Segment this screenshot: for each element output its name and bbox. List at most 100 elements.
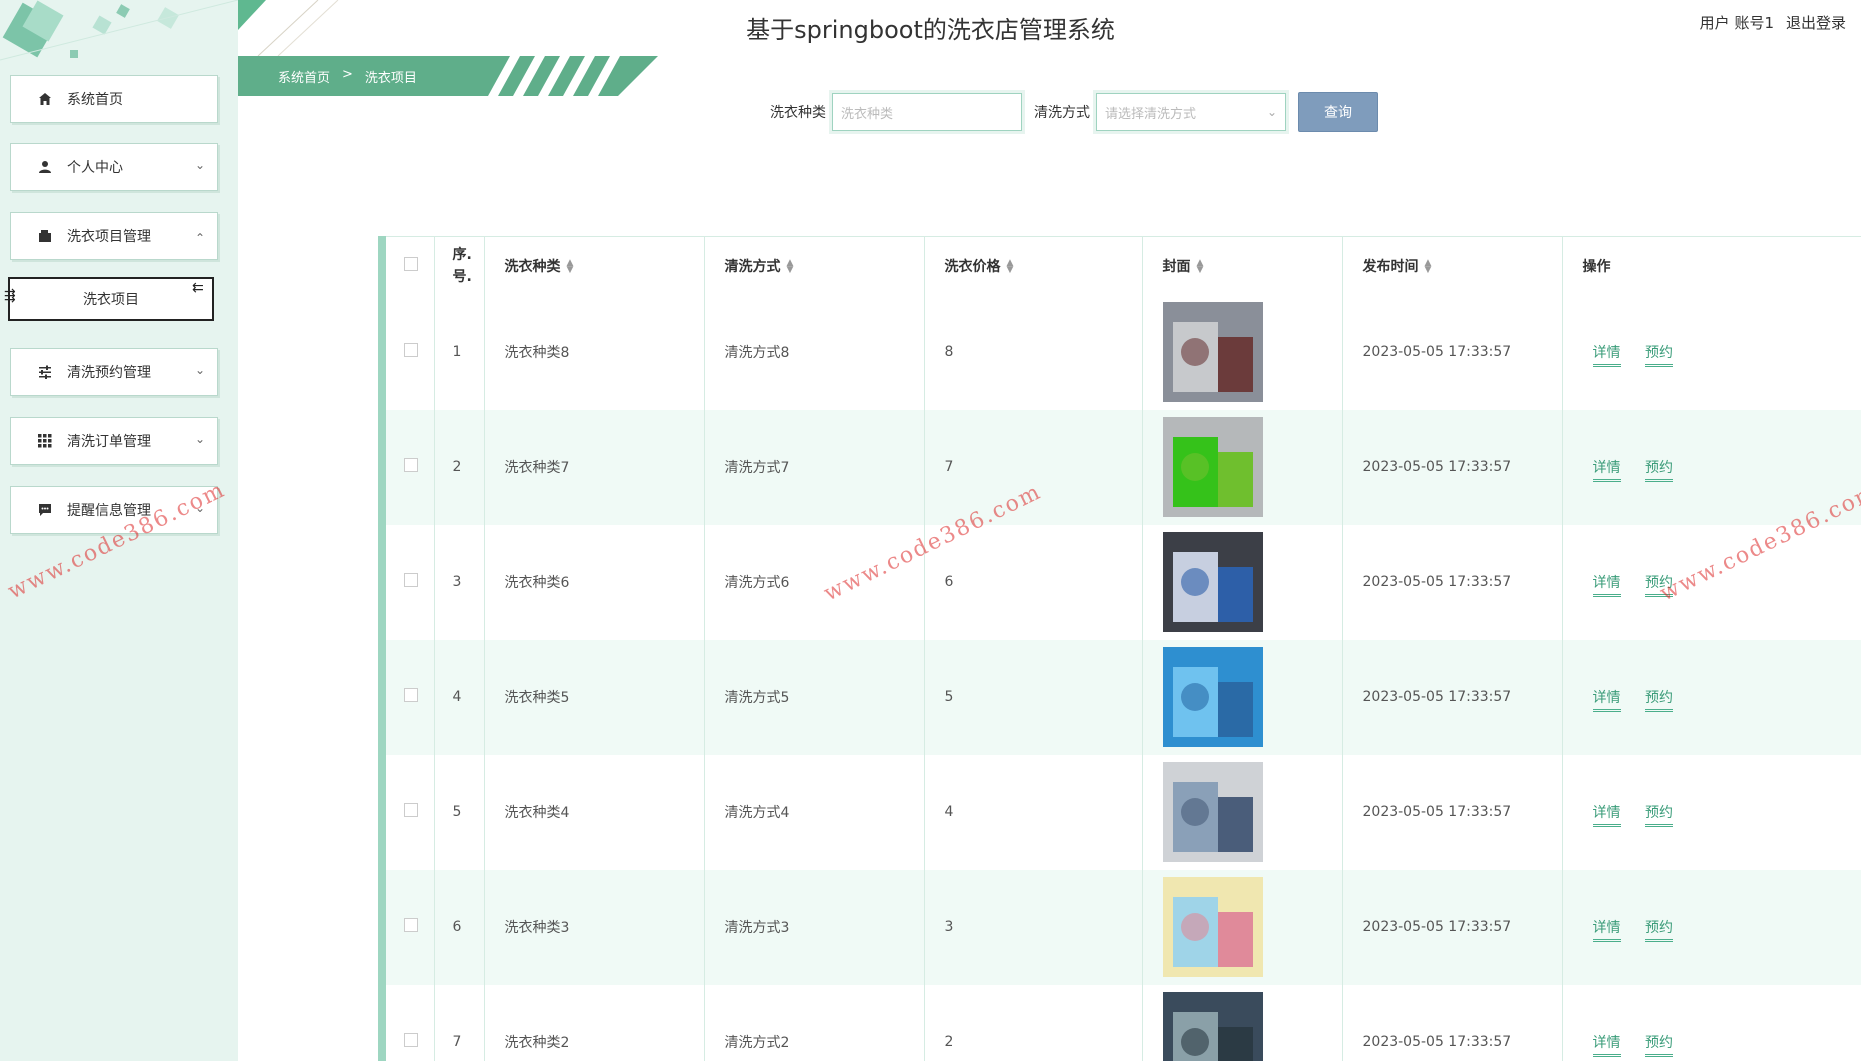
reserve-link[interactable]: 预约: [1644, 1035, 1673, 1057]
row-type: 洗衣种类3: [484, 869, 705, 985]
row-ops: 详情 预约: [1562, 984, 1861, 1061]
data-table: 序. 号. 洗衣种类 ▲ ▼ 清洗方式 ▲ ▼ 洗衣价格 ▲ ▼ 封面 ▲ ▼ 发布时间 ▲ ▼ 操…: [378, 236, 1861, 1061]
type-input[interactable]: 洗衣种类: [829, 90, 1025, 134]
cover-image[interactable]: [1162, 647, 1263, 747]
row-time: 2023-05-05 17:33:57: [1342, 639, 1563, 755]
reserve-link[interactable]: 预约: [1644, 920, 1673, 942]
reserve-link[interactable]: 预约: [1644, 805, 1673, 827]
detail-link[interactable]: 详情: [1592, 575, 1621, 597]
sidebar-item-orders[interactable]: 清洗订单管理 ⌄: [10, 417, 218, 465]
row-checkbox[interactable]: [404, 1033, 418, 1047]
header-decoration: [238, 0, 339, 56]
table-row: 5 洗衣种类4 清洗方式4 4 2023-05-05 17:33:57 详情 预…: [386, 754, 1861, 870]
row-ops: 详情 预约: [1562, 639, 1861, 755]
row-price: 3: [924, 869, 1143, 985]
row-checkbox[interactable]: [404, 918, 418, 932]
select-all-checkbox[interactable]: [404, 256, 418, 271]
message-icon: [35, 503, 55, 517]
cover-image[interactable]: [1162, 302, 1263, 402]
header-method[interactable]: 清洗方式 ▲ ▼: [704, 236, 925, 295]
row-checkbox[interactable]: [404, 343, 418, 357]
sidebar-subitem-label: 洗衣项目: [83, 292, 139, 308]
row-checkbox[interactable]: [404, 573, 418, 587]
row-cover-cell: [1142, 639, 1343, 755]
sidebar-item-reminders[interactable]: 提醒信息管理 ⌄: [10, 486, 218, 534]
table-row: 1 洗衣种类8 清洗方式8 8 2023-05-05 17:33:57 详情 预…: [386, 294, 1861, 410]
row-cover-cell: [1142, 869, 1343, 985]
row-index: 3: [434, 524, 485, 640]
sort-icon[interactable]: ▲ ▼: [787, 258, 794, 274]
cover-image[interactable]: [1162, 762, 1263, 862]
cover-image[interactable]: [1162, 532, 1263, 632]
header-type[interactable]: 洗衣种类 ▲ ▼: [484, 236, 705, 295]
row-cover-cell: [1142, 409, 1343, 525]
row-checkbox-cell: [386, 754, 435, 870]
row-index: 2: [434, 409, 485, 525]
row-method: 清洗方式4: [704, 754, 925, 870]
breadcrumb: 系统首页 > 洗衣项目: [278, 67, 417, 86]
row-checkbox[interactable]: [404, 688, 418, 702]
cover-image[interactable]: [1162, 877, 1263, 977]
detail-link[interactable]: 详情: [1592, 345, 1621, 367]
header-cover[interactable]: 封面 ▲ ▼: [1142, 236, 1343, 295]
row-index: 1: [434, 294, 485, 410]
row-type: 洗衣种类5: [484, 639, 705, 755]
sidebar-item-reservations[interactable]: 清洗预约管理 ⌄: [10, 348, 218, 396]
row-checkbox-cell: [386, 639, 435, 755]
cover-image[interactable]: [1162, 417, 1263, 517]
row-time: 2023-05-05 17:33:57: [1342, 984, 1563, 1061]
logout-button[interactable]: 退出登录: [1786, 12, 1846, 33]
chevron-up-icon: ⌃: [194, 231, 205, 245]
header-time[interactable]: 发布时间 ▲ ▼: [1342, 236, 1563, 295]
header-ops: 操作: [1562, 236, 1861, 295]
row-checkbox[interactable]: [404, 803, 418, 817]
user-account-label: 用户 账号1: [1699, 14, 1774, 32]
header-cover-label: 封面: [1162, 258, 1191, 275]
sidebar-item-label: 提醒信息管理: [67, 503, 151, 519]
cover-image[interactable]: [1162, 992, 1263, 1061]
detail-link[interactable]: 详情: [1592, 1035, 1621, 1057]
detail-link[interactable]: 详情: [1592, 460, 1621, 482]
chevron-down-icon: ⌄: [194, 432, 205, 446]
reserve-link[interactable]: 预约: [1644, 690, 1673, 712]
row-time: 2023-05-05 17:33:57: [1342, 869, 1563, 985]
sort-icon[interactable]: ▲ ▼: [1197, 258, 1204, 274]
detail-link[interactable]: 详情: [1592, 690, 1621, 712]
row-ops: 详情 预约: [1562, 524, 1861, 640]
reserve-link[interactable]: 预约: [1644, 345, 1673, 367]
header-type-label: 洗衣种类: [504, 258, 561, 275]
sort-icon[interactable]: ▲ ▼: [1425, 258, 1432, 274]
row-type: 洗衣种类7: [484, 409, 705, 525]
row-index: 7: [434, 984, 485, 1061]
row-price: 4: [924, 754, 1143, 870]
query-button[interactable]: 查询: [1298, 92, 1378, 132]
sidebar: 系统首页 个人中心 ⌄ 洗衣项目管理 ⌃ 洗衣项目 ⇶ ⇇ 清洗预约管理 ⌄ 清…: [0, 0, 238, 1061]
select-all-cell: [386, 236, 435, 295]
sidebar-item-label: 清洗预约管理: [67, 365, 151, 381]
sidebar-item-profile[interactable]: 个人中心 ⌄: [10, 143, 218, 191]
row-checkbox-cell: [386, 869, 435, 985]
reserve-link[interactable]: 预约: [1644, 460, 1673, 482]
detail-link[interactable]: 详情: [1592, 920, 1621, 942]
sort-icon[interactable]: ▲ ▼: [567, 258, 574, 274]
user-icon: [35, 160, 55, 174]
row-index: 4: [434, 639, 485, 755]
reserve-link[interactable]: 预约: [1644, 575, 1673, 597]
breadcrumb-home[interactable]: 系统首页: [278, 67, 330, 86]
row-ops: 详情 预约: [1562, 754, 1861, 870]
row-checkbox[interactable]: [404, 458, 418, 472]
row-checkbox-cell: [386, 524, 435, 640]
sidebar-item-laundry-projects[interactable]: 洗衣项目管理 ⌃: [10, 212, 218, 260]
sidebar-subitem-laundry-project[interactable]: 洗衣项目: [8, 277, 214, 321]
row-method: 清洗方式6: [704, 524, 925, 640]
sidebar-item-label: 个人中心: [67, 160, 123, 176]
row-type: 洗衣种类4: [484, 754, 705, 870]
header-price[interactable]: 洗衣价格 ▲ ▼: [924, 236, 1143, 295]
method-placeholder: 请选择清洗方式: [1105, 106, 1197, 122]
row-type: 洗衣种类8: [484, 294, 705, 410]
detail-link[interactable]: 详情: [1592, 805, 1621, 827]
method-select[interactable]: 请选择清洗方式 ⌄: [1093, 90, 1289, 134]
sidebar-item-home[interactable]: 系统首页: [10, 75, 218, 123]
sort-icon[interactable]: ▲ ▼: [1007, 258, 1014, 274]
row-time: 2023-05-05 17:33:57: [1342, 294, 1563, 410]
